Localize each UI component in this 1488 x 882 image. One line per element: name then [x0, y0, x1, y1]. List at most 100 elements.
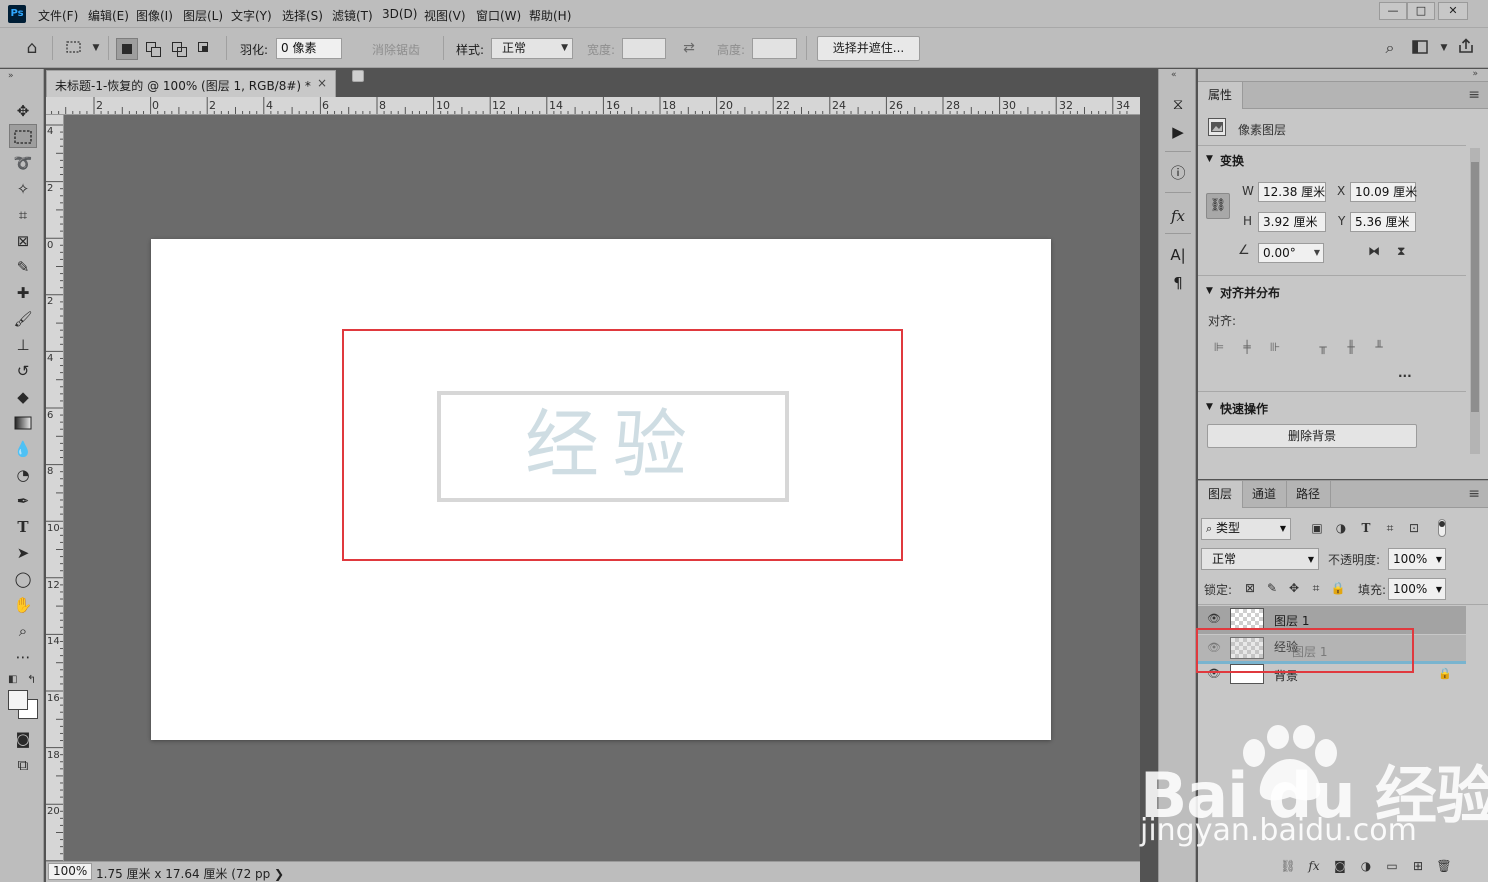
document-info[interactable]: 1.75 厘米 x 17.64 厘米 (72 pp ❯: [96, 865, 284, 882]
tab-channels[interactable]: 通道: [1242, 481, 1288, 508]
panel-menu-icon[interactable]: ≡: [1468, 486, 1480, 502]
document-tab[interactable]: 未标题-1-恢复的 @ 100% (图层 1, RGB/8#) * ×: [46, 70, 336, 97]
x-field[interactable]: 10.09 厘米: [1350, 182, 1417, 202]
default-colors-icon[interactable]: ◧: [8, 674, 17, 685]
transform-section-title[interactable]: 变换: [1220, 152, 1244, 169]
filter-toggle[interactable]: [1438, 519, 1446, 537]
properties-scrollbar[interactable]: [1470, 148, 1480, 454]
history-brush-tool-icon[interactable]: ↺: [9, 359, 37, 383]
flip-vertical-icon[interactable]: ⧗: [1397, 244, 1405, 259]
align-left-icon[interactable]: ⊫: [1210, 338, 1228, 356]
lock-transparent-icon[interactable]: ⊠: [1242, 581, 1258, 595]
panel-menu-icon[interactable]: ≡: [1468, 87, 1480, 103]
style-select[interactable]: 正常 ▼: [491, 38, 573, 59]
chevron-down-icon[interactable]: ▼: [1434, 38, 1454, 58]
remove-background-button[interactable]: 删除背景: [1207, 424, 1417, 448]
paragraph-icon[interactable]: ¶: [1167, 272, 1189, 294]
quick-mask-icon[interactable]: ◙: [9, 727, 37, 751]
width-field[interactable]: 12.38 厘米: [1258, 182, 1326, 202]
align-hcenter-icon[interactable]: ╪: [1238, 338, 1256, 356]
y-field[interactable]: 5.36 厘米: [1350, 212, 1416, 232]
menu-help[interactable]: 帮助(H): [529, 7, 571, 24]
menu-filter[interactable]: 滤镜(T): [332, 7, 373, 24]
screen-mode-icon[interactable]: ⧉: [9, 753, 37, 777]
filter-smart-object-icon[interactable]: ⊡: [1406, 521, 1422, 535]
align-vcenter-icon[interactable]: ╫: [1342, 338, 1360, 356]
frame-tool-icon[interactable]: ⊠: [9, 229, 37, 253]
select-and-mask-button[interactable]: 选择并遮住...: [817, 36, 920, 61]
eraser-tool-icon[interactable]: ◆: [9, 385, 37, 409]
gradient-tool-icon[interactable]: [9, 411, 37, 435]
brush-tool-icon[interactable]: 🖌: [9, 307, 37, 331]
zoom-tool-icon[interactable]: ⌕: [9, 619, 37, 643]
move-tool-icon[interactable]: ✥: [9, 99, 37, 123]
menu-view[interactable]: 视图(V): [424, 7, 466, 24]
horizontal-ruler[interactable]: 2 0 2 4 6 8 10 12 14 16 18 20 22 24 26 2…: [46, 97, 1140, 115]
intersect-selection-button[interactable]: [194, 38, 216, 60]
character-icon[interactable]: A|: [1167, 244, 1189, 266]
filter-type-icon[interactable]: T: [1358, 521, 1374, 535]
tab-paths[interactable]: 路径: [1286, 481, 1332, 508]
healing-brush-tool-icon[interactable]: ✚: [9, 281, 37, 305]
lock-all-icon[interactable]: 🔒: [1330, 581, 1346, 595]
quick-actions-title[interactable]: 快速操作: [1220, 400, 1268, 417]
info-icon[interactable]: ⓘ: [1167, 162, 1189, 184]
lock-position-icon[interactable]: ✥: [1286, 581, 1302, 595]
lasso-tool-icon[interactable]: ➰: [9, 151, 37, 175]
link-layers-icon[interactable]: ⛓: [1280, 859, 1296, 873]
swap-icon[interactable]: ⇄: [679, 38, 699, 58]
dodge-tool-icon[interactable]: ◔: [9, 463, 37, 487]
maximize-button[interactable]: □: [1407, 2, 1435, 20]
scrollbar-thumb[interactable]: [1471, 162, 1479, 412]
workspace-icon[interactable]: [1410, 38, 1430, 58]
marquee-tool-icon[interactable]: [9, 124, 37, 148]
new-group-icon[interactable]: ▭: [1384, 859, 1400, 873]
layer-filter-select[interactable]: ⌕ 类型 ▼: [1201, 518, 1291, 540]
filter-pixel-icon[interactable]: ▣: [1309, 521, 1325, 535]
add-selection-button[interactable]: [142, 38, 164, 60]
new-layer-icon[interactable]: ⊞: [1410, 859, 1426, 873]
path-selection-tool-icon[interactable]: ➤: [9, 541, 37, 565]
blend-mode-select[interactable]: 正常 ▼: [1201, 548, 1319, 570]
collapse-icon[interactable]: «: [1171, 70, 1177, 80]
visibility-eye-icon[interactable]: 👁: [1206, 612, 1222, 625]
home-icon[interactable]: ⌂: [22, 38, 42, 58]
opacity-field[interactable]: 100% ▼: [1388, 548, 1446, 570]
crop-tool-icon[interactable]: ⌗: [9, 203, 37, 227]
feather-input[interactable]: 0 像素: [276, 38, 342, 59]
magic-wand-tool-icon[interactable]: ✧: [9, 177, 37, 201]
fx-icon[interactable]: fx: [1306, 859, 1322, 873]
history-icon[interactable]: ⧖: [1167, 93, 1189, 115]
align-top-icon[interactable]: ╥: [1314, 338, 1332, 356]
minimize-button[interactable]: —: [1379, 2, 1407, 20]
fill-field[interactable]: 100% ▼: [1388, 578, 1446, 600]
adjustment-layer-icon[interactable]: ◑: [1358, 859, 1374, 873]
tab-properties[interactable]: 属性: [1198, 82, 1244, 109]
blur-tool-icon[interactable]: 💧: [9, 437, 37, 461]
align-bottom-icon[interactable]: ╨: [1370, 338, 1388, 356]
collapse-icon[interactable]: »: [1472, 69, 1478, 79]
marquee-preset-icon[interactable]: [64, 37, 84, 57]
chevron-down-icon[interactable]: ▼: [1206, 154, 1213, 164]
actions-play-icon[interactable]: ▶: [1167, 121, 1189, 143]
height-field[interactable]: 3.92 厘米: [1258, 212, 1326, 232]
menu-file[interactable]: 文件(F): [38, 7, 78, 24]
type-tool-icon[interactable]: T: [9, 515, 37, 539]
zoom-input[interactable]: 100%: [48, 863, 92, 880]
close-window-button[interactable]: ✕: [1438, 2, 1468, 20]
delete-layer-icon[interactable]: 🗑: [1436, 859, 1452, 873]
hand-tool-icon[interactable]: ✋: [9, 593, 37, 617]
fx-styles-icon[interactable]: fx: [1167, 205, 1189, 227]
angle-field[interactable]: 0.00° ▼: [1258, 243, 1324, 263]
menu-layer[interactable]: 图层(L): [183, 7, 223, 24]
close-tab-icon[interactable]: ×: [317, 76, 327, 90]
width-input[interactable]: [622, 38, 666, 59]
menu-3d[interactable]: 3D(D): [382, 7, 417, 21]
pen-tool-icon[interactable]: ✒: [9, 489, 37, 513]
lock-pixels-icon[interactable]: ✎: [1264, 581, 1280, 595]
add-mask-icon[interactable]: ◙: [1332, 859, 1348, 873]
menu-image[interactable]: 图像(I): [136, 7, 173, 24]
share-icon[interactable]: [1456, 37, 1476, 57]
search-icon[interactable]: ⌕: [1380, 38, 1400, 58]
antialias-checkbox[interactable]: [352, 70, 364, 82]
